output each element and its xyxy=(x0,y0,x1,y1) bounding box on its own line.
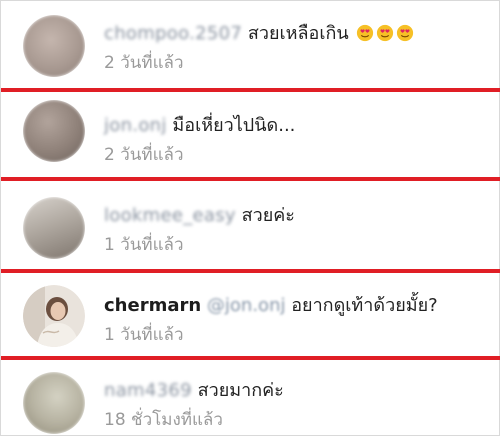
comment-body: nam4369 สวยมากค่ะ xyxy=(104,380,284,402)
avatar[interactable] xyxy=(23,372,85,434)
comment-timestamp: 1 วันที่แล้ว xyxy=(104,235,184,255)
comment-item[interactable]: chermarn @jon.onj อยากดูเท้าด้วยมั้ย? 1 … xyxy=(1,273,500,361)
mention-link[interactable]: @jon.onj xyxy=(207,295,286,316)
comment-item[interactable]: jon.onj มือเหี่ยวไปนิด... 2 วันที่แล้ว xyxy=(1,92,500,180)
comment-text: สวยค่ะ xyxy=(241,205,295,226)
comment-timestamp: 2 วันที่แล้ว xyxy=(104,53,184,73)
avatar[interactable] xyxy=(23,100,85,162)
avatar[interactable] xyxy=(23,15,85,77)
comment-username[interactable]: lookmee_easy xyxy=(104,205,236,226)
comment-text: สวยมากค่ะ xyxy=(197,380,284,401)
comment-timestamp: 2 วันที่แล้ว xyxy=(104,145,184,165)
comment-timestamp: 18 ชั่วโมงที่แล้ว xyxy=(104,410,223,430)
avatar[interactable] xyxy=(23,197,85,259)
comment-text: สวยเหลือเกิน xyxy=(247,23,349,44)
comment-username[interactable]: nam4369 xyxy=(104,380,192,401)
comment-body: chermarn @jon.onj อยากดูเท้าด้วยมั้ย? xyxy=(104,295,438,317)
comment-list: chompoo.2507 สวยเหลือเกิน 2 วันที่แล้ว j… xyxy=(0,0,500,436)
comment-body: jon.onj มือเหี่ยวไปนิด... xyxy=(104,115,295,137)
comment-item[interactable]: chompoo.2507 สวยเหลือเกิน 2 วันที่แล้ว xyxy=(1,1,500,89)
avatar[interactable] xyxy=(23,285,85,347)
comment-item[interactable]: lookmee_easy สวยค่ะ 1 วันที่แล้ว xyxy=(1,181,500,269)
heart-eyes-emoji xyxy=(397,24,414,42)
heart-eyes-emoji xyxy=(377,24,394,42)
comment-item[interactable]: nam4369 สวยมากค่ะ 18 ชั่วโมงที่แล้ว xyxy=(1,360,500,448)
heart-eyes-emoji xyxy=(357,24,374,42)
comment-body: chompoo.2507 สวยเหลือเกิน xyxy=(104,23,414,45)
comment-text: อยากดูเท้าด้วยมั้ย? xyxy=(291,295,438,316)
comment-username[interactable]: jon.onj xyxy=(104,115,167,136)
comment-body: lookmee_easy สวยค่ะ xyxy=(104,205,295,227)
comment-text: มือเหี่ยวไปนิด... xyxy=(172,115,296,136)
avatar-photo xyxy=(23,285,85,347)
comment-username[interactable]: chermarn xyxy=(104,295,201,316)
comment-timestamp: 1 วันที่แล้ว xyxy=(104,325,184,345)
comment-username[interactable]: chompoo.2507 xyxy=(104,23,242,44)
